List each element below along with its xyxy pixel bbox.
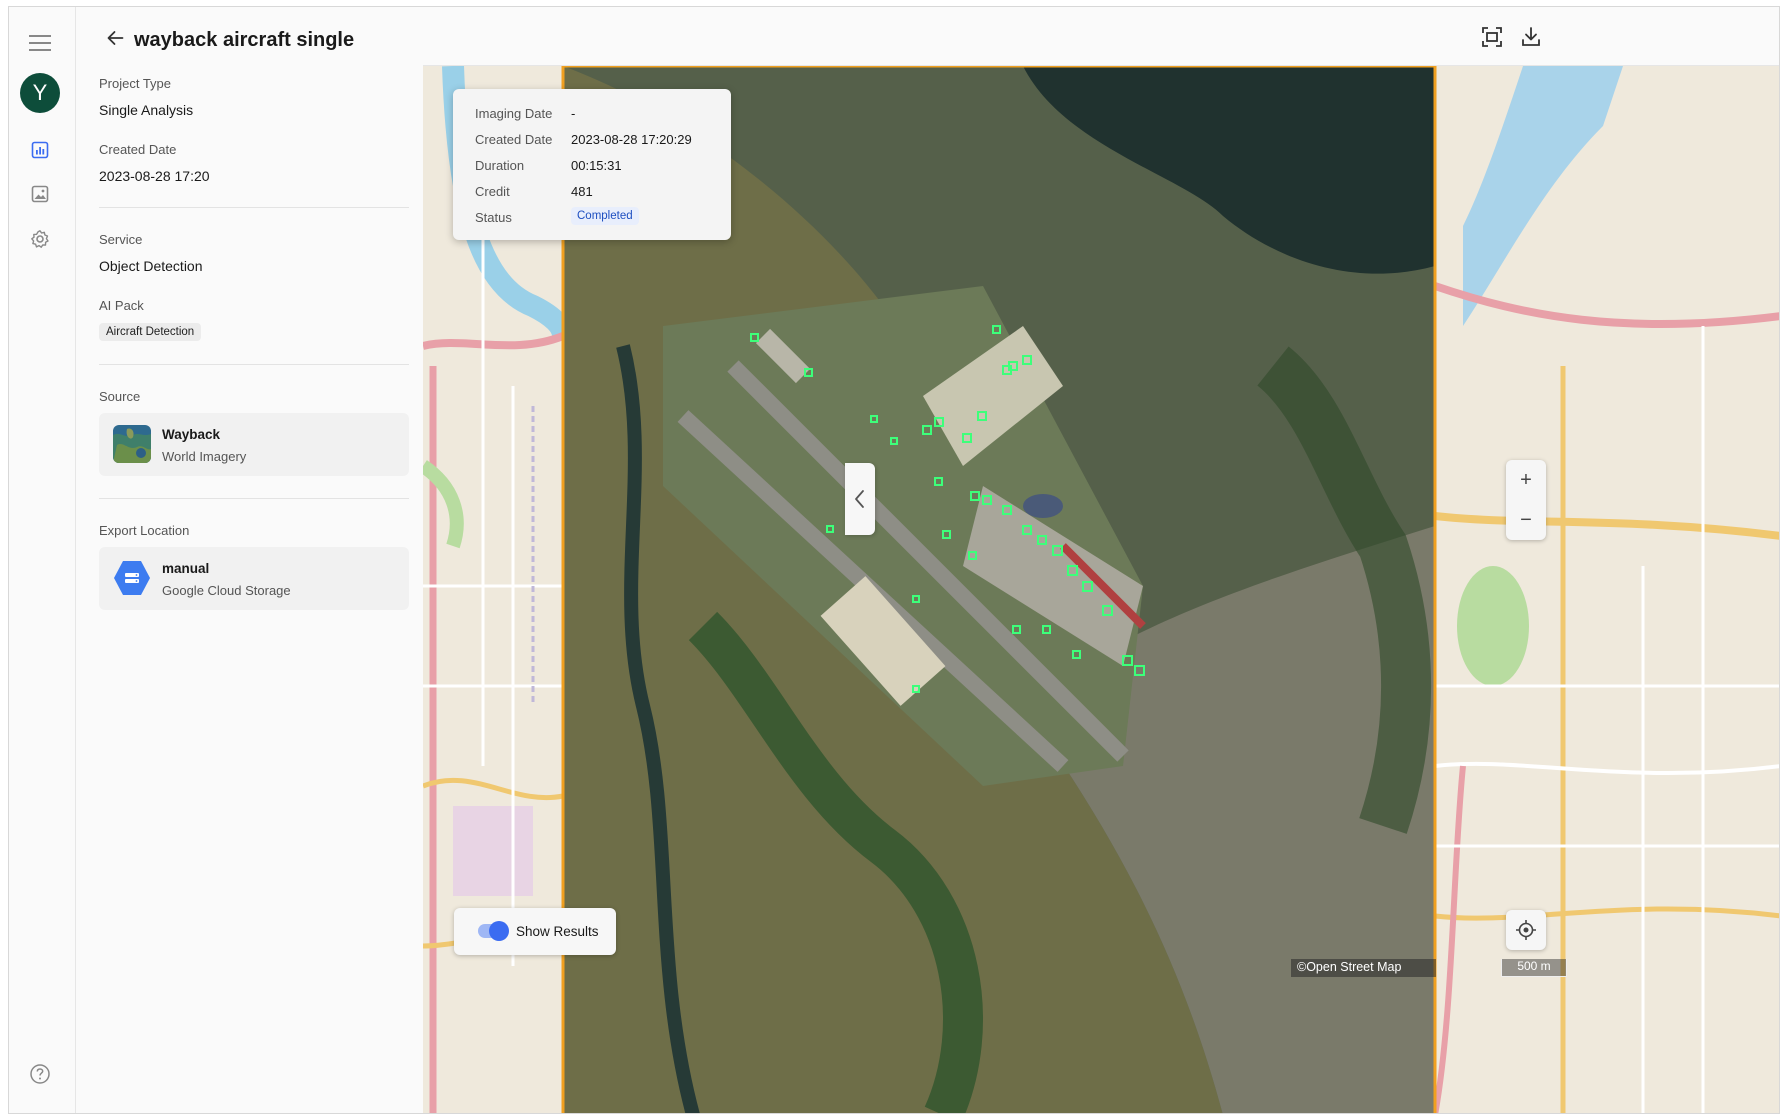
imaging-date-value: - bbox=[571, 106, 576, 121]
help-icon[interactable] bbox=[29, 1063, 51, 1085]
export-location-card[interactable]: manual Google Cloud Storage bbox=[99, 547, 409, 610]
image-icon[interactable] bbox=[29, 183, 51, 205]
show-results-control: Show Results bbox=[454, 908, 616, 955]
zoom-in-button[interactable]: + bbox=[1506, 460, 1546, 500]
status-badge: Completed bbox=[571, 207, 639, 225]
service-label: Service bbox=[99, 232, 143, 247]
world-imagery-thumbnail bbox=[113, 425, 151, 463]
duration-label: Duration bbox=[475, 158, 525, 173]
map-view: Imaging Date - Created Date 2023-08-28 17:… bbox=[423, 7, 1779, 1113]
duration-value: 00:15:31 bbox=[571, 158, 622, 173]
result-info-popup: Imaging Date - Created Date 2023-08-28 17:… bbox=[453, 89, 731, 240]
imaging-date-label: Imaging Date bbox=[475, 106, 553, 121]
ai-pack-label: AI Pack bbox=[99, 298, 144, 313]
show-results-label: Show Results bbox=[516, 924, 599, 939]
source-subtitle: World Imagery bbox=[162, 449, 247, 464]
divider bbox=[99, 498, 409, 499]
credit-label: Credit bbox=[475, 184, 510, 199]
report-icon[interactable] bbox=[29, 139, 51, 161]
export-title: manual bbox=[162, 561, 210, 576]
toggle-knob[interactable] bbox=[489, 921, 509, 941]
popup-created-date-value: 2023-08-28 17:20:29 bbox=[571, 132, 692, 147]
ai-pack-chip: Aircraft Detection bbox=[99, 323, 202, 341]
created-date-value: 2023-08-28 17:20 bbox=[99, 168, 210, 184]
fit-bounds-icon[interactable] bbox=[1481, 26, 1503, 48]
back-arrow-icon[interactable] bbox=[106, 30, 124, 51]
crosshair-icon bbox=[1516, 920, 1536, 940]
collapse-panel-button[interactable] bbox=[845, 463, 875, 535]
project-type-value: Single Analysis bbox=[99, 102, 194, 118]
source-card[interactable]: Wayback World Imagery bbox=[99, 413, 409, 476]
avatar[interactable]: Y bbox=[20, 73, 60, 113]
download-icon[interactable] bbox=[1520, 26, 1542, 48]
project-info-panel: wayback aircraft single Project Type Sin… bbox=[76, 7, 431, 1113]
app-window: Y wayback aircraft single Project Type S… bbox=[8, 6, 1780, 1114]
map-attribution[interactable]: ©Open Street Map bbox=[1291, 959, 1436, 977]
service-value: Object Detection bbox=[99, 258, 203, 274]
created-date-label: Created Date bbox=[99, 142, 177, 157]
nav-rail: Y bbox=[9, 7, 76, 1113]
project-type-label: Project Type bbox=[99, 76, 172, 91]
zoom-out-button[interactable]: − bbox=[1506, 500, 1546, 540]
map-toolbar bbox=[423, 7, 1779, 66]
credit-value: 481 bbox=[571, 184, 593, 199]
status-label: Status bbox=[475, 210, 512, 225]
zoom-controls: + − bbox=[1506, 460, 1546, 540]
cloud-storage-icon bbox=[113, 559, 151, 597]
page-title: wayback aircraft single bbox=[134, 29, 355, 51]
divider bbox=[99, 207, 409, 208]
locate-button[interactable] bbox=[1506, 910, 1546, 950]
export-subtitle: Google Cloud Storage bbox=[162, 583, 291, 598]
popup-created-date-label: Created Date bbox=[475, 132, 553, 147]
menu-icon[interactable] bbox=[29, 35, 51, 51]
source-label: Source bbox=[99, 389, 141, 404]
settings-icon[interactable] bbox=[29, 228, 51, 250]
export-location-label: Export Location bbox=[99, 523, 190, 538]
scale-bar: 500 m bbox=[1501, 959, 1567, 977]
divider bbox=[99, 364, 409, 365]
source-title: Wayback bbox=[162, 427, 221, 442]
